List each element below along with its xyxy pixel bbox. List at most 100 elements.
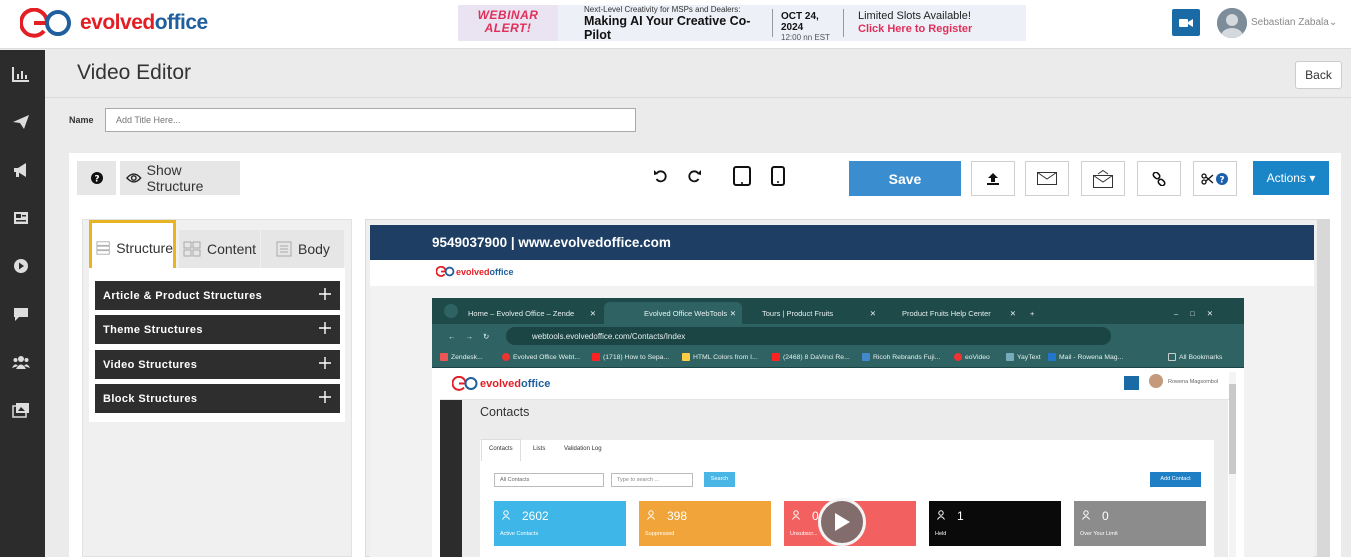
tab-structure[interactable]: Structure bbox=[89, 220, 176, 275]
tab-body[interactable]: Body bbox=[261, 230, 344, 268]
megaphone-icon[interactable] bbox=[12, 162, 30, 178]
eye-icon bbox=[126, 173, 142, 183]
chart-icon[interactable] bbox=[12, 66, 30, 82]
show-structure-button[interactable]: Show Structure bbox=[120, 161, 240, 195]
tab-structure-label: Structure bbox=[116, 239, 173, 256]
users-icon[interactable] bbox=[12, 354, 30, 370]
title-input[interactable] bbox=[105, 108, 636, 132]
app-page-title: Contacts bbox=[480, 405, 530, 419]
tablet-view-icon[interactable] bbox=[733, 166, 751, 186]
app-left-nav bbox=[440, 400, 462, 557]
cut-help-button[interactable]: ? bbox=[1193, 161, 1237, 196]
structure-item-article[interactable]: Article & Product Structures bbox=[95, 281, 340, 310]
browser-tab: Product Fruits Help Center ✕ bbox=[902, 308, 1016, 318]
browser-tab-active: Evolved Office WebTools ✕ bbox=[604, 302, 742, 324]
nav-arrows-icon: ←→↻ bbox=[448, 331, 500, 341]
banner-alert: WEBINAR ALERT! bbox=[458, 5, 558, 41]
eo-logo-icon bbox=[436, 266, 455, 277]
tab-search-icon bbox=[444, 304, 458, 318]
caret-down-icon: ▾ bbox=[1309, 171, 1316, 185]
gallery-icon[interactable] bbox=[12, 402, 30, 418]
email-button[interactable] bbox=[1025, 161, 1069, 196]
redo-icon[interactable] bbox=[687, 168, 702, 183]
svg-text:?: ? bbox=[94, 175, 99, 185]
divider bbox=[45, 97, 1351, 98]
preview-scrollbar[interactable] bbox=[1317, 219, 1330, 557]
rows-icon bbox=[96, 240, 110, 255]
plus-icon bbox=[319, 391, 331, 403]
page-title: Video Editor bbox=[77, 61, 192, 84]
user-avatar[interactable] bbox=[1217, 8, 1247, 38]
banner-limited: Limited Slots Available! bbox=[858, 10, 971, 22]
record-video-button[interactable] bbox=[1172, 9, 1200, 36]
actions-dropdown[interactable]: Actions ▾ bbox=[1253, 161, 1329, 195]
browser-tab: Tours | Product Fruits ✕ bbox=[762, 308, 876, 318]
eo-logo-icon bbox=[20, 8, 71, 38]
stat-card: 398 Suppressed bbox=[639, 501, 771, 546]
envelope-icon bbox=[1037, 172, 1057, 185]
upload-icon bbox=[987, 172, 999, 185]
contacts-search-input: Type to search ... bbox=[611, 473, 693, 487]
logo-text: evolvedoffice bbox=[80, 11, 208, 34]
help-button[interactable]: ? bbox=[77, 161, 116, 195]
new-tab-icon: + bbox=[1030, 308, 1035, 318]
tab-content[interactable]: Content bbox=[179, 230, 260, 268]
structure-item-video[interactable]: Video Structures bbox=[95, 350, 340, 379]
newsletter-icon[interactable] bbox=[12, 210, 30, 226]
plus-icon bbox=[319, 357, 331, 369]
banner-tagline: Next-Level Creativity for MSPs and Deale… bbox=[584, 5, 741, 14]
user-name: Sebastian Zabala bbox=[1251, 17, 1329, 28]
back-button[interactable]: Back bbox=[1295, 61, 1342, 89]
plus-icon bbox=[319, 288, 331, 300]
scissors-icon: ? bbox=[1201, 172, 1228, 185]
app-scrollbar bbox=[1229, 372, 1236, 557]
user-menu[interactable]: Sebastian Zabala⌄ bbox=[1251, 17, 1337, 28]
structure-item-theme[interactable]: Theme Structures bbox=[95, 315, 340, 344]
browser-tab: Home – Evolved Office – Zende ✕ bbox=[468, 308, 596, 318]
upload-button[interactable] bbox=[971, 161, 1015, 196]
eo-logo-icon bbox=[452, 376, 478, 391]
banner-date: OCT 24, 2024 12:00 nn EST bbox=[772, 9, 844, 41]
banner-cta-link[interactable]: Click Here to Register bbox=[858, 23, 972, 36]
brand-logo[interactable]: evolvedoffice bbox=[20, 8, 208, 38]
app-tab-validation: Validation Log bbox=[564, 446, 602, 452]
save-button[interactable]: Save bbox=[849, 161, 961, 196]
stat-card: 0 Over Your Limit bbox=[1074, 501, 1206, 546]
add-contact-button: Add Contact bbox=[1150, 472, 1201, 487]
undo-icon[interactable] bbox=[653, 168, 668, 183]
stat-card: 1 Held bbox=[929, 501, 1061, 546]
url-field: webtools.evolvedoffice.com/Contacts/Inde… bbox=[506, 327, 1111, 345]
structure-item-block[interactable]: Block Structures bbox=[95, 384, 340, 413]
webinar-banner[interactable]: WEBINAR ALERT! Next-Level Creativity for … bbox=[458, 5, 1026, 41]
app-tab-contacts: Contacts bbox=[489, 446, 513, 452]
banner-headline: Making AI Your Creative Co-Pilot bbox=[584, 13, 751, 42]
link-button[interactable] bbox=[1137, 161, 1181, 196]
envelope-open-icon bbox=[1093, 169, 1113, 188]
mobile-view-icon[interactable] bbox=[771, 166, 785, 186]
actions-label: Actions bbox=[1266, 171, 1306, 185]
person-icon bbox=[1217, 8, 1247, 38]
chat-icon[interactable] bbox=[12, 306, 30, 322]
link-icon bbox=[1152, 171, 1166, 186]
preview-header[interactable]: 9549037900 | www.evolvedoffice.com bbox=[370, 225, 1314, 260]
preview-logo: evolved office bbox=[436, 266, 514, 277]
send-test-button[interactable] bbox=[1081, 161, 1125, 196]
users-icon bbox=[1082, 510, 1090, 520]
grid-icon bbox=[183, 241, 201, 257]
play-circle-icon[interactable] bbox=[12, 258, 30, 274]
users-icon bbox=[937, 510, 945, 520]
bookmarks-bar: Zendesk... Evolved Office Webt... (1718)… bbox=[432, 348, 1244, 368]
left-nav bbox=[0, 50, 45, 557]
contacts-filter-select: All Contacts bbox=[494, 473, 604, 487]
stat-card: 2602 Active Contacts bbox=[494, 501, 626, 546]
users-icon bbox=[502, 510, 510, 520]
name-label: Name bbox=[69, 115, 94, 125]
browser-tab-strip: Home – Evolved Office – Zende ✕ Evolved O… bbox=[432, 298, 1244, 324]
plus-icon bbox=[319, 322, 331, 334]
send-icon[interactable] bbox=[12, 114, 30, 130]
document-icon bbox=[276, 241, 292, 257]
app-user-avatar bbox=[1149, 374, 1163, 388]
play-button[interactable] bbox=[818, 498, 866, 546]
show-structure-label: Show Structure bbox=[146, 162, 204, 194]
users-icon bbox=[647, 510, 655, 520]
